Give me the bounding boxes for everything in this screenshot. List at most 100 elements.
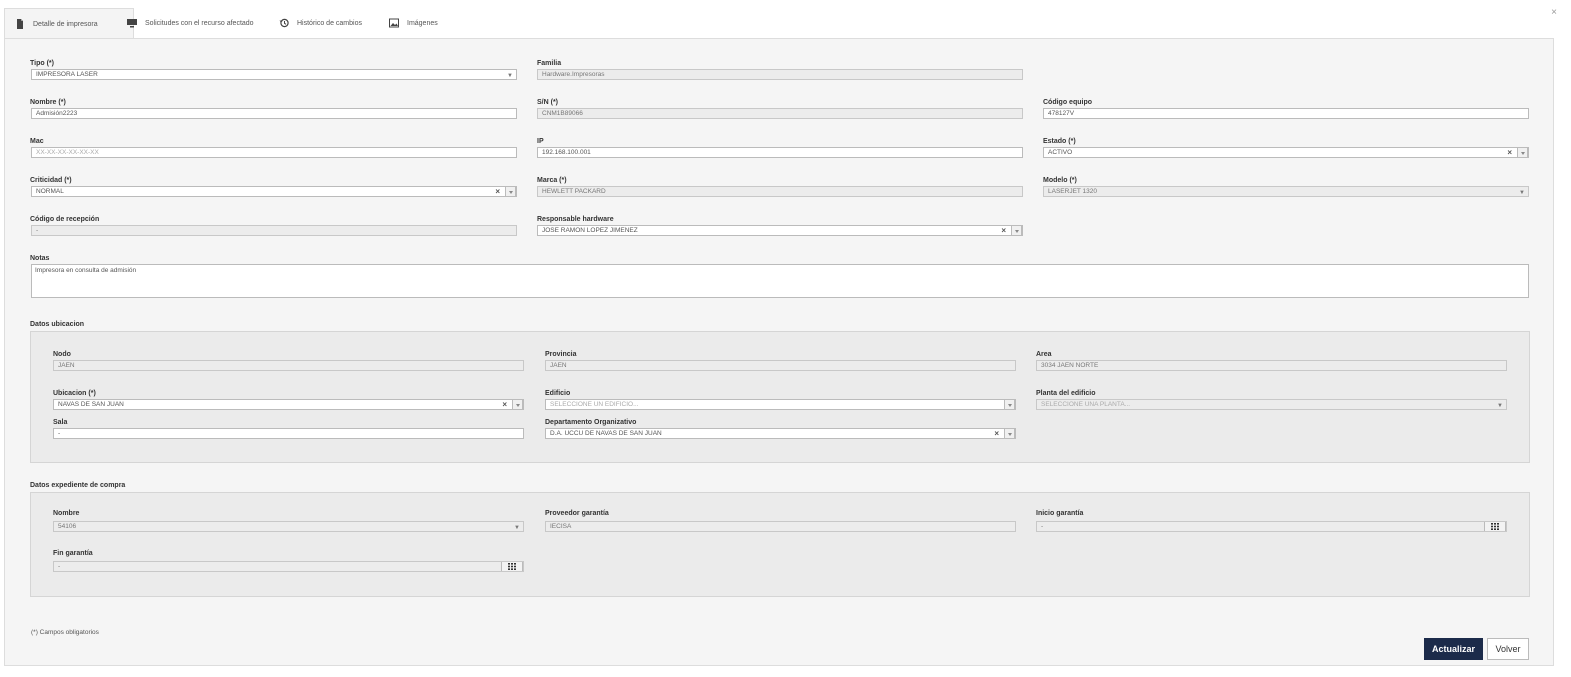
tab-label: Detalle de impresora — [33, 20, 98, 28]
nombre-label: Nombre (*) — [30, 99, 66, 106]
nodo-label: Nodo — [53, 351, 71, 358]
notas-textarea[interactable]: Impresora en consulta de admisión — [31, 264, 1529, 298]
fin-datepicker[interactable]: - — [53, 561, 524, 572]
proveedor-field: IECISA — [545, 521, 1016, 532]
departamento-value: D.A. UCCU DE NAVAS DE SAN JUAN — [550, 430, 662, 437]
chevron-down-icon: ▼ — [507, 73, 513, 79]
responsable-select[interactable]: JOSE RAMON LOPEZ JIMENEZ × — [537, 225, 1023, 236]
ubicacion-title: Datos ubicacion — [30, 321, 85, 328]
dropdown-button[interactable] — [1004, 429, 1015, 438]
clear-icon[interactable]: × — [994, 429, 999, 438]
calendar-icon[interactable] — [1484, 522, 1506, 531]
monitor-icon — [127, 19, 137, 28]
area-label: Area — [1036, 351, 1052, 358]
dropdown-button[interactable] — [512, 400, 523, 409]
ubicacion-select[interactable]: NAVAS DE SAN JUAN × — [53, 399, 524, 410]
required-footnote: (*) Campos obligatorios — [31, 629, 99, 636]
notas-label: Notas — [30, 255, 50, 262]
tab-solicitudes[interactable]: Solicitudes con el recurso afectado — [127, 8, 254, 38]
departamento-label: Departamento Organizativo — [545, 419, 637, 426]
exp-nombre-select[interactable]: 54106 ▼ — [53, 521, 524, 532]
chevron-down-icon: ▼ — [1519, 190, 1525, 196]
tab-label: Solicitudes con el recurso afectado — [145, 19, 254, 27]
dropdown-button[interactable] — [1004, 400, 1015, 409]
edificio-select[interactable]: SELECCIONE UN EDIFICIO... — [545, 399, 1016, 410]
familia-value: Hardware.Impresoras — [542, 71, 605, 78]
responsable-value: JOSE RAMON LOPEZ JIMENEZ — [542, 227, 638, 234]
actualizar-button[interactable]: Actualizar — [1424, 638, 1483, 660]
sala-input[interactable]: - — [53, 428, 524, 439]
marca-value: HEWLETT PACKARD — [542, 188, 606, 195]
nodo-field: JAEN — [53, 360, 524, 371]
tab-imagenes[interactable]: Imágenes — [389, 8, 438, 38]
fin-label: Fin garantía — [53, 550, 93, 557]
sn-value: CNM1B89066 — [542, 110, 583, 117]
marca-label: Marca (*) — [537, 177, 567, 184]
edificio-label: Edificio — [545, 390, 571, 397]
estado-label: Estado (*) — [1043, 138, 1076, 145]
codigo-equipo-input[interactable]: 478127V — [1043, 108, 1529, 119]
clear-icon[interactable]: × — [1001, 226, 1006, 235]
ubicacion-label: Ubicacion (*) — [53, 390, 96, 397]
history-icon — [279, 18, 289, 28]
estado-select[interactable]: ACTIVO × — [1043, 147, 1529, 158]
dropdown-button[interactable] — [505, 187, 516, 196]
provincia-value: JAEN — [550, 362, 567, 369]
document-icon — [17, 19, 23, 29]
marca-field: HEWLETT PACKARD — [537, 186, 1023, 197]
codigo-recepcion-label: Código de recepción — [30, 216, 100, 223]
codigo-equipo-value: 478127V — [1048, 110, 1075, 117]
exp-nombre-label: Nombre — [53, 510, 80, 517]
clear-icon[interactable]: × — [502, 400, 507, 409]
chevron-down-icon: ▼ — [1497, 403, 1503, 409]
sn-label: S/N (*) — [537, 99, 558, 106]
sala-value: - — [58, 430, 61, 437]
edificio-placeholder: SELECCIONE UN EDIFICIO... — [550, 401, 639, 408]
exp-nombre-value: 54106 — [58, 523, 77, 530]
mac-input[interactable]: XX-XX-XX-XX-XX-XX — [31, 147, 517, 158]
provincia-label: Provincia — [545, 351, 577, 358]
modelo-select[interactable]: LASERJET 1320 ▼ — [1043, 186, 1529, 197]
departamento-select[interactable]: D.A. UCCU DE NAVAS DE SAN JUAN × — [545, 428, 1016, 439]
tab-bar: Detalle de impresora Solicitudes con el … — [4, 0, 1554, 39]
tipo-select[interactable]: IMPRESORA LASER ▼ — [31, 69, 517, 80]
planta-select[interactable]: SELECCIONE UNA PLANTA... ▼ — [1036, 399, 1507, 410]
responsable-label: Responsable hardware — [537, 216, 614, 223]
codigo-equipo-label: Código equipo — [1043, 99, 1092, 106]
nombre-input[interactable]: Admisión2223 — [31, 108, 517, 119]
detail-panel: Tipo (*) IMPRESORA LASER ▼ Familia Hardwa… — [4, 38, 1554, 666]
clear-icon[interactable]: × — [495, 187, 500, 196]
clear-icon[interactable]: × — [1507, 148, 1512, 157]
dropdown-button[interactable] — [1011, 226, 1022, 235]
inicio-label: Inicio garantía — [1036, 510, 1084, 517]
ip-label: IP — [537, 138, 544, 145]
tab-label: Imágenes — [407, 19, 438, 27]
image-icon — [389, 18, 399, 28]
ubicacion-value: NAVAS DE SAN JUAN — [58, 401, 124, 408]
modelo-value: LASERJET 1320 — [1048, 188, 1098, 195]
criticidad-select[interactable]: NORMAL × — [31, 186, 517, 197]
ubicacion-panel: Nodo JAEN Provincia JAEN Area 3034 JAEN … — [30, 331, 1530, 463]
tab-historico[interactable]: Histórico de cambios — [279, 8, 362, 38]
estado-value: ACTIVO — [1048, 149, 1073, 156]
inicio-datepicker[interactable]: - — [1036, 521, 1507, 532]
calendar-icon[interactable] — [501, 562, 523, 571]
area-value: 3034 JAEN NORTE — [1041, 362, 1099, 369]
modelo-label: Modelo (*) — [1043, 177, 1077, 184]
familia-label: Familia — [537, 60, 562, 67]
close-icon[interactable]: × — [1551, 7, 1557, 18]
ip-value: 192.168.100.001 — [542, 149, 591, 156]
provincia-field: JAEN — [545, 360, 1016, 371]
planta-label: Planta del edificio — [1036, 390, 1096, 397]
volver-button[interactable]: Volver — [1487, 638, 1529, 660]
proveedor-value: IECISA — [550, 523, 572, 530]
tab-detalle[interactable]: Detalle de impresora — [4, 8, 134, 39]
ip-input[interactable]: 192.168.100.001 — [537, 147, 1023, 158]
chevron-down-icon: ▼ — [514, 525, 520, 531]
planta-placeholder: SELECCIONE UNA PLANTA... — [1041, 401, 1131, 408]
dropdown-button[interactable] — [1517, 148, 1528, 157]
sala-label: Sala — [53, 419, 68, 426]
mac-label: Mac — [30, 138, 44, 145]
familia-field: Hardware.Impresoras — [537, 69, 1023, 80]
tipo-label: Tipo (*) — [30, 60, 54, 67]
